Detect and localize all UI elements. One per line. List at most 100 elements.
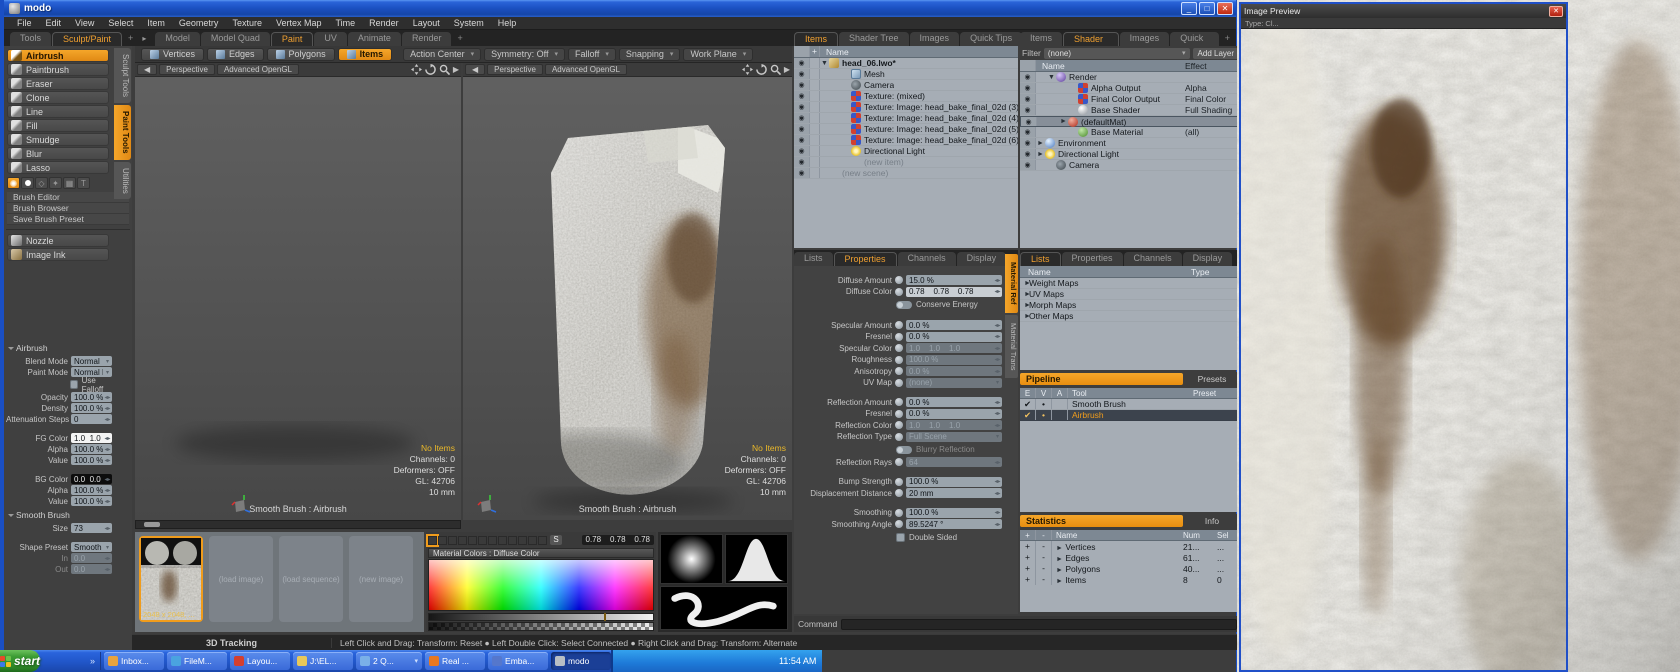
picker-header[interactable]: Material Colors : Diffuse Color (428, 548, 654, 558)
paint-tool-button[interactable]: Line (7, 105, 109, 118)
expand-plus-button[interactable]: + (1020, 541, 1036, 552)
menu-item[interactable]: View (68, 18, 101, 28)
tray-icon[interactable] (676, 656, 686, 666)
soft-brush-tip-button[interactable] (7, 177, 20, 189)
channel-dot-icon[interactable] (895, 520, 903, 528)
property-field[interactable]: (none) (906, 378, 1002, 388)
tray-icon[interactable] (687, 656, 697, 666)
menu-item[interactable]: System (447, 18, 491, 28)
layout-tab[interactable]: + (123, 32, 138, 46)
pipeline-row[interactable]: ✔ • Smooth Brush (1020, 399, 1241, 410)
collapse-minus-button[interactable]: - (1036, 552, 1052, 563)
field-arrows-icon[interactable] (993, 490, 1002, 497)
visibility-eye-icon[interactable] (794, 102, 810, 112)
layout-tab[interactable]: Model (155, 32, 200, 46)
visibility-eye-icon[interactable] (1020, 94, 1036, 104)
field-arrows-icon[interactable] (103, 435, 112, 442)
panel-tab[interactable]: Images (910, 32, 960, 46)
panel-tab[interactable]: Images (1120, 32, 1170, 46)
ink-tool-button[interactable]: Nozzle (7, 234, 109, 247)
color-swatch[interactable] (478, 536, 487, 545)
field-arrows-icon[interactable] (103, 487, 112, 494)
property-field[interactable]: 1.0 1.0 1.0 (71, 433, 112, 443)
shader-tree-row[interactable]: ▼ Render (1020, 72, 1241, 83)
component-mode-button[interactable]: Edges (207, 48, 264, 61)
property-field[interactable]: 20 mm (906, 488, 1002, 498)
field-arrows-icon[interactable] (993, 399, 1002, 406)
tray-icon[interactable] (632, 656, 642, 666)
sidebar-vertical-tab[interactable]: Sculpt Tools (114, 48, 131, 103)
expand-arrow-icon[interactable]: ► (1020, 302, 1029, 309)
tray-icon[interactable] (654, 656, 664, 666)
property-field[interactable]: 89.5247 ° (906, 519, 1002, 529)
field-arrows-icon[interactable] (993, 277, 1002, 284)
layout-tab[interactable]: Sculpt/Paint (52, 32, 122, 46)
airbrush-section-header[interactable]: Airbrush (4, 340, 114, 355)
field-arrows-icon[interactable] (103, 416, 112, 423)
visible-dot-icon[interactable]: • (1036, 399, 1052, 409)
tray-icon[interactable] (621, 656, 631, 666)
tray-icon[interactable] (753, 656, 763, 666)
channel-dot-icon[interactable] (895, 321, 903, 329)
pan-icon[interactable] (411, 64, 422, 75)
shader-tree-row[interactable]: ► Environment (1020, 138, 1241, 149)
visibility-eye-icon[interactable] (794, 69, 810, 79)
component-mode-button[interactable]: Vertices (141, 48, 204, 61)
paint-tool-button[interactable]: Blur (7, 147, 109, 160)
channel-dot-icon[interactable] (895, 398, 903, 406)
property-field[interactable]: 100.0 % (71, 496, 112, 506)
field-arrows-icon[interactable] (103, 394, 112, 401)
toolbar-dropdown[interactable]: Snapping ▾ (619, 48, 681, 61)
property-field[interactable]: 0.0 % (906, 320, 1002, 330)
expand-arrow-icon[interactable]: ▼ (1047, 74, 1056, 81)
double-sided-checkbox[interactable] (896, 533, 905, 542)
statistics-header[interactable]: Statistics (1020, 515, 1183, 527)
expand-arrow-icon[interactable]: ► (1056, 556, 1063, 563)
visibility-eye-icon[interactable] (1020, 83, 1036, 93)
visible-dot-icon[interactable]: • (1036, 410, 1052, 420)
visibility-eye-icon[interactable] (794, 146, 810, 156)
color-value-field[interactable]: 0.78 0.78 0.78 (582, 535, 655, 545)
field-arrows-icon[interactable] (993, 333, 1002, 340)
paint-tool-button[interactable]: Eraser (7, 77, 109, 90)
selected-image-thumbnail[interactable]: head_bake_fi ... 2048 x 2048, ... (139, 536, 203, 622)
use-falloff-row[interactable]: Use Falloff (4, 379, 112, 390)
vertex-map-row[interactable]: ► Weight Maps (1020, 278, 1241, 289)
layout-tab[interactable]: Render (402, 32, 452, 46)
statistics-row[interactable]: + - ► Vertices 21... ... (1020, 541, 1241, 552)
vertex-map-row[interactable]: ► Morph Maps (1020, 300, 1241, 311)
panel-tab[interactable]: Display (1183, 252, 1233, 266)
panel-tab[interactable]: Properties (834, 252, 897, 266)
value-marker[interactable] (604, 613, 606, 621)
color-swatch[interactable] (498, 536, 507, 545)
viewport-more-icon[interactable]: ▶ (784, 65, 790, 74)
property-field[interactable]: Normal (71, 356, 112, 366)
rotate-icon[interactable] (425, 64, 436, 75)
enable-check-icon[interactable]: ✔ (1020, 410, 1036, 420)
visibility-eye-icon[interactable] (1020, 105, 1036, 115)
item-tree-row[interactable]: Texture: Image: head_bake_final_02d (4) (794, 113, 1018, 124)
conserve-energy-row[interactable]: Conserve Energy (794, 299, 1002, 310)
item-tree-row[interactable]: Directional Light (794, 146, 1018, 157)
field-arrows-icon[interactable] (993, 410, 1002, 417)
field-arrows-icon[interactable] (103, 498, 112, 505)
command-input[interactable] (841, 619, 1237, 630)
panel-tab[interactable]: Channels (898, 252, 956, 266)
panel-tab[interactable]: + (1220, 32, 1235, 46)
taskbar-button[interactable]: Layou... (230, 652, 290, 670)
blurry-reflection-row[interactable]: Blurry Reflection (794, 444, 1002, 455)
field-arrows-icon[interactable] (993, 322, 1002, 329)
tray-icon[interactable] (698, 656, 708, 666)
component-mode-button[interactable]: Polygons (267, 48, 335, 61)
property-field[interactable]: 100.0 % (906, 477, 1002, 487)
item-tree-row[interactable]: Texture: Image: head_bake_final_02d (6) (794, 135, 1018, 146)
conserve-energy-toggle[interactable] (896, 301, 912, 309)
property-field[interactable]: 0.78 0.78 0.78 (906, 287, 1002, 297)
image-preview-window[interactable]: Image Preview ✕ Type: Cl... (1239, 2, 1568, 672)
viewport-mode-button[interactable]: Perspective (487, 64, 543, 75)
hue-spectrum[interactable] (428, 559, 654, 611)
color-swatch[interactable] (508, 536, 517, 545)
pipeline-header[interactable]: Pipeline (1020, 373, 1183, 385)
expand-arrow-icon[interactable]: ▼ (820, 60, 829, 67)
taskbar-button[interactable]: Inbox... (104, 652, 164, 670)
